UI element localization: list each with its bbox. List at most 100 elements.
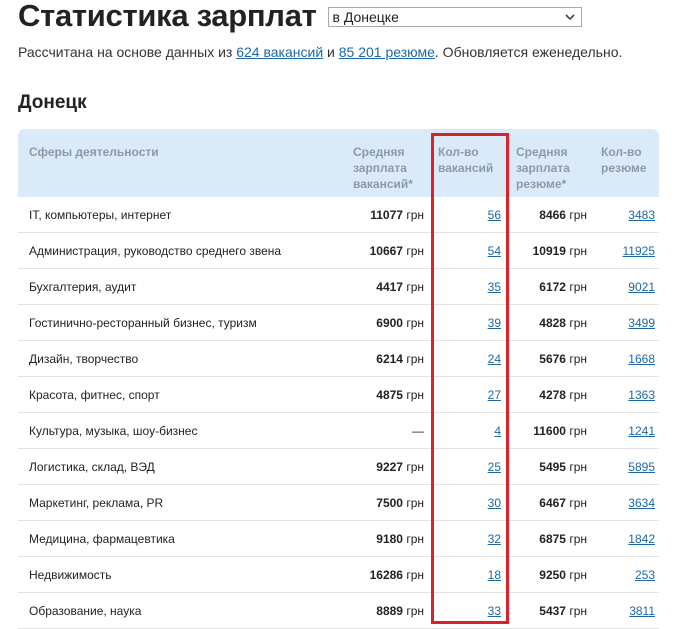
table-row: Недвижимость 16286 грн 18 9250 грн 253: [18, 557, 659, 593]
salary-resumes: 11600 грн: [533, 413, 587, 449]
count-vacancies: 18: [488, 557, 501, 593]
salary-vacancies: 6900 грн: [376, 305, 424, 341]
table-row: Образование, наука 8889 грн 33 5437 грн 3811: [18, 593, 659, 629]
salary-vacancies-value: 4875: [376, 388, 403, 402]
count-resumes-link[interactable]: 9021: [628, 280, 655, 294]
count-resumes-link[interactable]: 253: [635, 568, 655, 582]
count-resumes-link[interactable]: 1241: [628, 424, 655, 438]
table-row: Гостинично-ресторанный бизнес, туризм 690…: [18, 305, 659, 341]
header-salary-vacancies: Средняя зарплата вакансий*: [353, 145, 413, 191]
sphere-name: IT, компьютеры, интернет: [29, 208, 172, 222]
city-select[interactable]: в Донецке: [327, 7, 582, 27]
resumes-link[interactable]: 85 201 резюме: [339, 44, 435, 60]
count-resumes-link[interactable]: 3811: [629, 604, 655, 618]
salary-vacancies: 9180 грн: [376, 521, 424, 557]
header-count-vacancies: Кол-во вакансий: [438, 145, 494, 175]
currency-unit: грн: [569, 244, 587, 258]
count-resumes: 5895: [628, 449, 655, 485]
salary-vacancies-value: 10667: [369, 244, 403, 258]
count-resumes: 9021: [628, 269, 655, 305]
salary-resumes: 5437 грн: [539, 593, 587, 629]
salary-vacancies-value: 9180: [376, 532, 403, 546]
count-resumes-link[interactable]: 3483: [628, 208, 655, 222]
subtitle-and: и: [323, 44, 339, 60]
salary-vacancies-value: 6900: [376, 316, 403, 330]
salary-resumes-value: 11600: [533, 424, 566, 438]
count-resumes: 1842: [628, 521, 655, 557]
salary-vacancies: 4417 грн: [376, 269, 424, 305]
count-vacancies-link[interactable]: 32: [488, 532, 501, 546]
count-resumes-link[interactable]: 1842: [628, 532, 655, 546]
count-vacancies: 39: [488, 305, 501, 341]
salary-resumes-value: 6172: [539, 280, 566, 294]
salary-vacancies: 10667 грн: [370, 233, 424, 269]
sphere-name: Администрация, руководство среднего звен…: [29, 244, 282, 258]
count-resumes-link[interactable]: 1668: [628, 352, 655, 366]
count-resumes-link[interactable]: 3634: [628, 496, 655, 510]
salary-resumes-value: 6875: [539, 532, 566, 546]
currency-unit: грн: [569, 496, 587, 510]
count-resumes: 3499: [628, 305, 655, 341]
vacancies-link[interactable]: 624 вакансий: [236, 44, 323, 60]
salary-resumes: 4278 грн: [539, 377, 587, 413]
count-resumes-link[interactable]: 11925: [623, 244, 655, 258]
count-vacancies-link[interactable]: 24: [488, 352, 501, 366]
count-vacancies-link[interactable]: 27: [488, 388, 501, 402]
table-body: IT, компьютеры, интернет 11077 грн 56 8466 …: [18, 197, 659, 629]
table-row: Культура, музыка, шоу-бизнес —4 11600 грн 1…: [18, 413, 659, 449]
count-vacancies-link[interactable]: 35: [488, 280, 501, 294]
count-resumes: 1363: [628, 377, 655, 413]
count-resumes-link[interactable]: 1363: [628, 388, 655, 402]
sphere-name: Недвижимость: [29, 568, 112, 582]
chevron-down-icon: [564, 14, 575, 21]
sphere-name: Красота, фитнес, спорт: [29, 388, 160, 402]
count-vacancies-link[interactable]: 54: [488, 244, 501, 258]
salary-vacancies: 8889 грн: [376, 593, 424, 629]
currency-unit: грн: [406, 208, 424, 222]
currency-unit: грн: [569, 460, 587, 474]
salary-vacancies: 4875 грн: [376, 377, 424, 413]
currency-unit: грн: [569, 388, 587, 402]
count-vacancies: 27: [488, 377, 501, 413]
count-resumes-link[interactable]: 3499: [628, 316, 655, 330]
salary-vacancies-value: —: [412, 424, 424, 438]
salary-vacancies: 11077 грн: [370, 197, 424, 233]
sphere-name: Медицина, фармацевтика: [29, 532, 175, 546]
count-vacancies: 32: [488, 521, 501, 557]
salary-resumes: 5676 грн: [539, 341, 587, 377]
count-vacancies: 35: [488, 269, 501, 305]
salary-resumes-value: 4278: [539, 388, 566, 402]
count-vacancies-link[interactable]: 18: [488, 568, 501, 582]
count-vacancies-link[interactable]: 33: [488, 604, 501, 618]
salary-vacancies: 7500 грн: [376, 485, 424, 521]
salary-resumes-value: 4828: [539, 316, 566, 330]
count-vacancies-link[interactable]: 39: [488, 316, 501, 330]
salary-resumes: 8466 грн: [539, 197, 587, 233]
salary-vacancies: —: [412, 413, 424, 449]
salary-vacancies-value: 8889: [376, 604, 403, 618]
salary-vacancies-value: 4417: [376, 280, 403, 294]
salary-resumes: 9250 грн: [539, 557, 587, 593]
count-vacancies-link[interactable]: 4: [494, 424, 501, 438]
salary-resumes-value: 6467: [539, 496, 566, 510]
count-vacancies-link[interactable]: 30: [488, 496, 501, 510]
sphere-name: Дизайн, творчество: [29, 352, 139, 366]
subtitle-prefix: Рассчитана на основе данных из: [18, 44, 237, 60]
count-vacancies-link[interactable]: 25: [488, 460, 501, 474]
count-resumes-link[interactable]: 5895: [628, 460, 655, 474]
count-resumes: 253: [635, 557, 655, 593]
table-row: Маркетинг, реклама, PR 7500 грн 30 6467 грн…: [18, 485, 659, 521]
page-title: Статистика зарплат: [18, 0, 317, 33]
salary-resumes: 6172 грн: [539, 269, 587, 305]
header-sphere: Сферы деятельности: [29, 145, 159, 159]
count-vacancies: 30: [488, 485, 501, 521]
salary-vacancies: 6214 грн: [376, 341, 424, 377]
salary-resumes: 5495 грн: [539, 449, 587, 485]
currency-unit: грн: [406, 316, 424, 330]
currency-unit: грн: [569, 532, 587, 546]
salary-vacancies-value: 9227: [376, 460, 403, 474]
currency-unit: грн: [569, 604, 587, 618]
header-count-resumes: Кол-во резюме: [601, 145, 647, 175]
sphere-name: Гостинично-ресторанный бизнес, туризм: [29, 316, 257, 330]
count-vacancies-link[interactable]: 56: [488, 208, 501, 222]
